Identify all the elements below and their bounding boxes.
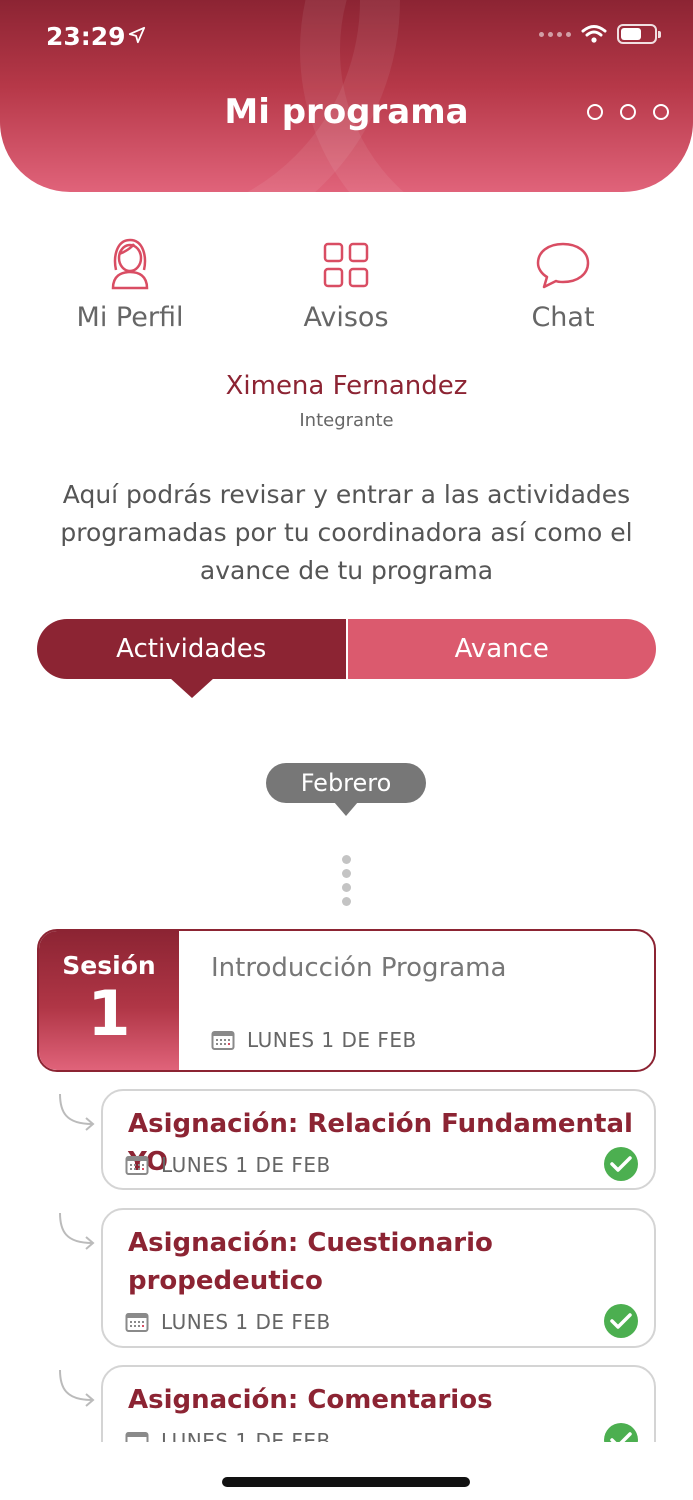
location-arrow-icon xyxy=(128,26,146,44)
session-badge: Sesión 1 xyxy=(39,931,179,1070)
home-indicator[interactable] xyxy=(222,1477,470,1487)
month-label-pointer xyxy=(334,802,358,816)
assignment-date: LUNES 1 DE FEB xyxy=(125,1310,331,1334)
wifi-icon xyxy=(581,25,607,43)
assignment-date: LUNES 1 DE FEB xyxy=(125,1153,331,1177)
connector-arrow-icon xyxy=(59,1093,95,1131)
header: 23:29 Mi programa xyxy=(0,0,693,192)
nav-item-profile[interactable]: Mi Perfil xyxy=(30,236,230,333)
more-options-button[interactable] xyxy=(587,104,669,120)
quick-nav: Mi Perfil Avisos Chat xyxy=(0,236,693,346)
session-word: Sesión xyxy=(62,951,156,980)
active-tab-indicator xyxy=(170,678,214,698)
connector-arrow-icon xyxy=(59,1369,95,1407)
nav-label-chat: Chat xyxy=(531,302,595,333)
more-dot-icon xyxy=(620,104,636,120)
session-title: Introducción Programa xyxy=(211,953,507,983)
calendar-icon xyxy=(125,1313,149,1332)
session-date: LUNES 1 DE FEB xyxy=(211,1028,417,1052)
assignment-date-text: LUNES 1 DE FEB xyxy=(161,1153,331,1177)
program-description: Aquí podrás revisar y entrar a las activ… xyxy=(60,480,633,585)
timeline-dots xyxy=(342,855,351,911)
nav-item-chat[interactable]: Chat xyxy=(463,236,663,333)
month-label: Febrero xyxy=(266,763,426,803)
grid-icon xyxy=(323,242,369,288)
bottom-safe-area xyxy=(0,1442,693,1500)
tab-activities[interactable]: Actividades xyxy=(37,619,346,679)
cellular-signal-icon xyxy=(539,31,571,37)
user-role: Integrante xyxy=(299,410,394,431)
calendar-icon xyxy=(125,1156,149,1175)
assignment-card[interactable]: Asignación: Relación Fundamental YO LUNE… xyxy=(101,1089,656,1190)
connector-arrow-icon xyxy=(59,1212,95,1250)
session-card[interactable]: Sesión 1 Introducción Programa LUNES 1 D… xyxy=(37,929,656,1072)
profile-icon xyxy=(111,238,149,290)
more-dot-icon xyxy=(587,104,603,120)
view-tabs: Actividades Avance xyxy=(37,619,656,679)
tab-progress[interactable]: Avance xyxy=(347,619,656,679)
nav-label-profile: Mi Perfil xyxy=(76,302,184,333)
completed-check-icon xyxy=(604,1147,638,1181)
assignment-date-text: LUNES 1 DE FEB xyxy=(161,1310,331,1334)
session-number: 1 xyxy=(87,977,131,1050)
calendar-icon xyxy=(211,1031,235,1050)
more-dot-icon xyxy=(653,104,669,120)
assignment-title: Asignación: Comentarios xyxy=(128,1385,493,1415)
chat-bubble-icon xyxy=(536,242,590,289)
session-date-text: LUNES 1 DE FEB xyxy=(247,1028,417,1052)
nav-item-notices[interactable]: Avisos xyxy=(246,236,446,333)
status-time: 23:29 xyxy=(46,22,126,51)
user-name: Ximena Fernandez xyxy=(225,371,468,401)
status-icons xyxy=(539,24,661,44)
battery-icon xyxy=(617,24,661,44)
completed-check-icon xyxy=(604,1304,638,1338)
assignment-title: Asignación: Cuestionario propedeutico xyxy=(128,1228,493,1296)
assignment-card[interactable]: Asignación: Cuestionario propedeutico LU… xyxy=(101,1208,656,1348)
nav-label-notices: Avisos xyxy=(303,302,389,333)
